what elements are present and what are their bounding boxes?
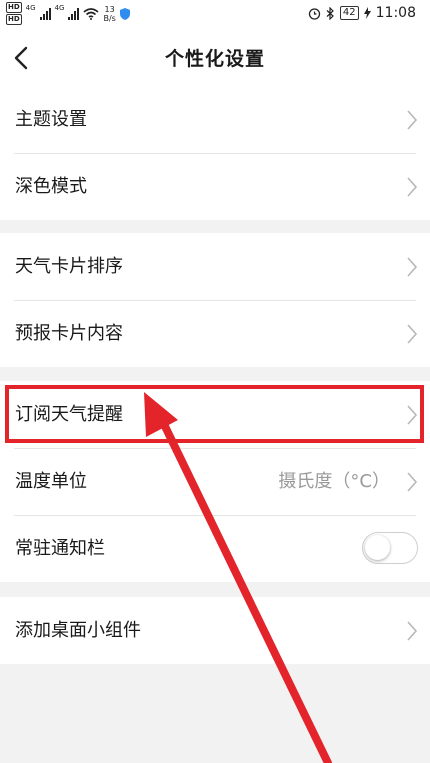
row-persistent-notification: 常驻通知栏 [0,515,430,582]
toggle-knob [365,535,390,560]
charging-icon [363,7,371,19]
network-type: 4G [25,4,36,12]
shield-icon [119,7,130,20]
network-speed: 13 B/s [103,5,115,23]
row-label: 天气卡片排序 [15,256,123,277]
hd-indicator: HD HD [6,2,22,25]
chevron-right-icon [407,405,418,425]
row-add-desktop-widget[interactable]: 添加桌面小组件 [0,597,430,664]
row-label: 温度单位 [15,471,87,492]
signal-icon [39,7,51,20]
settings-group-cards: 天气卡片排序 预报卡片内容 [0,233,430,367]
chevron-right-icon [407,257,418,277]
row-theme-settings[interactable]: 主题设置 [0,86,430,153]
clock: 11:08 [375,5,416,21]
settings-group-appearance: 主题设置 深色模式 [0,86,430,220]
speed-value: 13 [104,4,115,14]
row-temperature-unit[interactable]: 温度单位 摄氏度（°C） [0,448,430,515]
row-dark-mode[interactable]: 深色模式 [0,153,430,220]
hd-badge: HD [6,14,22,25]
persistent-notification-toggle[interactable] [362,532,418,564]
network-type: 4G [54,4,65,12]
header: 个性化设置 [0,28,430,88]
signal-icon [68,7,80,20]
row-label: 主题设置 [15,109,87,130]
row-label: 添加桌面小组件 [15,620,141,641]
row-label: 常驻通知栏 [15,538,105,559]
hd-badge: HD [6,2,22,13]
settings-group-widgets: 添加桌面小组件 [0,597,430,664]
row-label: 预报卡片内容 [15,323,123,344]
settings-group-weather: 订阅天气提醒 温度单位 摄氏度（°C） 常驻通知栏 [0,381,430,582]
speed-unit: B/s [103,13,116,23]
chevron-right-icon [407,110,418,130]
wifi-icon [83,7,99,20]
status-bar: HD HD 4G 4G 13 B/s 42 11:08 [0,0,430,28]
temperature-unit-value: 摄氏度（°C） [278,471,390,492]
bluetooth-icon [326,6,334,20]
chevron-right-icon [407,621,418,641]
row-label: 深色模式 [15,176,87,197]
battery-level: 42 [339,6,359,20]
row-forecast-card-content[interactable]: 预报卡片内容 [0,300,430,367]
status-left: HD HD 4G 4G 13 B/s [6,2,130,25]
chevron-right-icon [407,472,418,492]
row-subscribe-weather-alerts[interactable]: 订阅天气提醒 [0,381,430,448]
row-label: 订阅天气提醒 [15,404,123,425]
page-title: 个性化设置 [164,48,265,70]
chevron-right-icon [407,177,418,197]
alarm-icon [308,7,321,20]
row-weather-card-order[interactable]: 天气卡片排序 [0,233,430,300]
chevron-right-icon [407,324,418,344]
status-right: 42 11:08 [308,5,416,21]
